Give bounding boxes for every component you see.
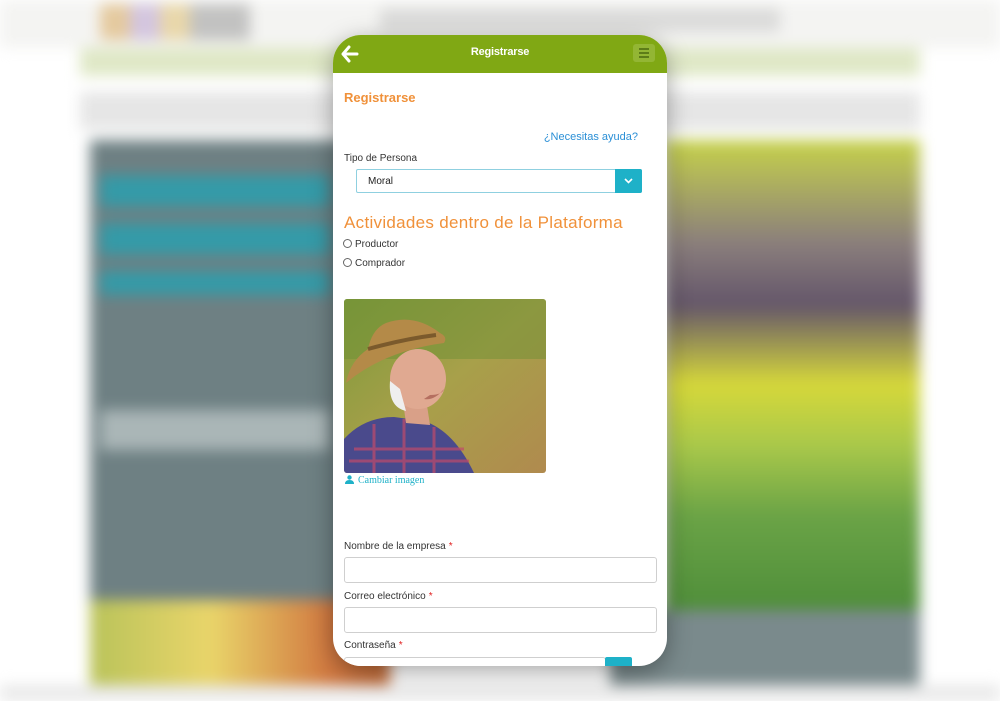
bg-logo [100,4,250,40]
person-type-value: Moral [368,176,394,187]
change-image-label: Cambiar imagen [358,475,425,486]
email-label: Correo electrónico * [344,591,433,602]
person-type-select[interactable]: Moral [356,169,642,193]
password-label: Contraseña * [344,640,403,651]
bg-footer [0,685,1000,701]
company-name-label: Nombre de la empresa * [344,541,453,552]
required-mark: * [448,541,453,552]
radio-button[interactable] [343,239,352,248]
user-upload-icon [345,475,354,484]
page-heading: Registrarse [344,90,416,105]
person-type-label: Tipo de Persona [344,153,418,164]
email-label-text: Correo electrónico [344,591,426,602]
password-input[interactable] [344,657,606,666]
radio-comprador[interactable]: Comprador [343,258,405,269]
radio-button[interactable] [343,258,352,267]
radio-label: Comprador [355,258,406,269]
radio-productor[interactable]: Productor [343,239,398,250]
form-content: Registrarse ¿Necesitas ayuda? Tipo de Pe… [333,73,667,666]
bg-hero-headline [100,175,330,295]
change-image-link[interactable]: Cambiar imagen [344,475,424,486]
required-mark: * [398,640,403,651]
email-input[interactable] [344,607,657,633]
help-link[interactable]: ¿Necesitas ayuda? [544,131,638,143]
profile-photo [344,299,546,473]
bg-hero-text [100,410,330,450]
toggle-password-button[interactable] [605,657,632,666]
company-name-label-text: Nombre de la empresa [344,541,446,552]
phone-frame: Registrarse Registrarse ¿Necesitas ayuda… [333,35,667,666]
company-name-input[interactable] [344,557,657,583]
password-label-text: Contraseña [344,640,396,651]
radio-label: Productor [355,239,399,250]
activities-title: Actividades dentro de la Plataforma [344,213,623,232]
arrow-left-icon[interactable] [339,44,361,64]
bg-top-text [380,8,780,32]
hamburger-menu-icon[interactable] [633,44,655,62]
eye-icon [611,665,626,666]
required-mark: * [428,591,433,602]
bg-hero-fields-image [665,140,920,610]
chevron-down-icon[interactable] [615,169,642,193]
app-bar: Registrarse [333,35,667,73]
app-bar-title: Registrarse [470,46,530,58]
